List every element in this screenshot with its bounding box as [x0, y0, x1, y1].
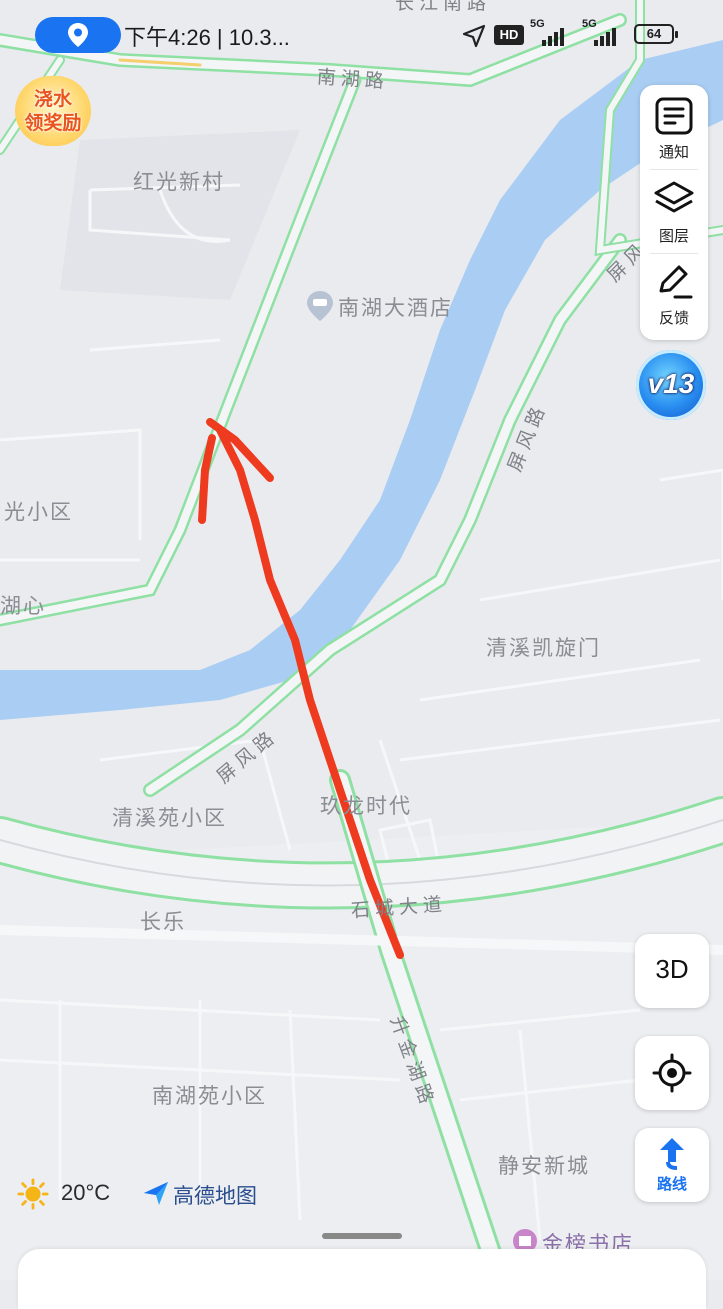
route-button[interactable]: 路线	[635, 1128, 709, 1202]
label-guang-xiaoqu: 光小区	[4, 500, 73, 524]
sun-icon	[17, 1178, 49, 1210]
level-badge-text: v13	[647, 368, 695, 399]
navigation-arrow-icon	[462, 24, 486, 48]
status-time: 下午4:26 | 10.3...	[124, 25, 290, 50]
feedback-edit-icon	[659, 265, 693, 299]
signal-icon	[594, 28, 616, 46]
signal-1: 5G	[528, 18, 574, 48]
signal-icon	[542, 28, 564, 46]
feedback-label: 反馈	[658, 309, 689, 327]
layers-icon	[654, 181, 694, 213]
amap-brand: 高德地图	[173, 1184, 257, 1208]
promo-line-1: 浇水	[33, 88, 72, 110]
notify-button[interactable]: 通知	[640, 85, 708, 167]
map-canvas[interactable]	[0, 0, 723, 1280]
label-changle: 长乐	[140, 910, 186, 934]
feedback-button[interactable]: 反馈	[640, 251, 708, 333]
locate-icon	[652, 1053, 692, 1093]
toggle-3d-button[interactable]: 3D	[635, 934, 709, 1008]
locate-button[interactable]	[635, 1036, 709, 1110]
label-nanhu-hotel: 南湖大酒店	[338, 296, 453, 320]
route-arrow-icon	[660, 1138, 684, 1170]
status-bar: 下午4:26 | 10.3... HD 5G 5G 64	[0, 0, 723, 70]
promo-line-2: 领奖励	[24, 112, 82, 134]
label-qingxiyuan: 清溪苑小区	[112, 806, 227, 830]
label-jingan-xincheng: 静安新城	[498, 1154, 590, 1178]
hd-badge: HD	[494, 25, 524, 45]
label-qingxi-kaixuanmen: 清溪凯旋门	[486, 636, 601, 660]
signal-2: 5G	[580, 18, 626, 48]
layers-label: 图层	[658, 227, 689, 245]
label-nanhuyuan: 南湖苑小区	[152, 1084, 267, 1108]
layers-button[interactable]: 图层	[640, 169, 708, 251]
map-tools-panel: 通知 图层 反馈	[640, 85, 708, 340]
location-pin-icon	[68, 23, 88, 47]
3d-label: 3D	[655, 954, 689, 984]
bottom-sheet[interactable]	[18, 1249, 706, 1309]
label-hongguang-xincun: 红光新村	[133, 170, 225, 194]
watering-reward-promo[interactable]: 浇水 领奖励	[15, 76, 91, 146]
label-jiulong-shidai: 玖龙时代	[320, 794, 412, 818]
level-badge[interactable]: v13	[636, 350, 706, 420]
notify-label: 通知	[658, 143, 689, 161]
sheet-handle[interactable]	[322, 1233, 402, 1239]
route-label: 路线	[656, 1175, 687, 1193]
temperature[interactable]: 20°C	[61, 1180, 110, 1206]
battery-indicator: 64	[634, 24, 678, 44]
location-pill[interactable]	[35, 17, 121, 53]
label-huxin: 湖心	[0, 594, 46, 618]
amap-logo-icon	[144, 1182, 168, 1205]
hotel-icon	[307, 291, 333, 321]
notification-icon	[655, 97, 693, 135]
